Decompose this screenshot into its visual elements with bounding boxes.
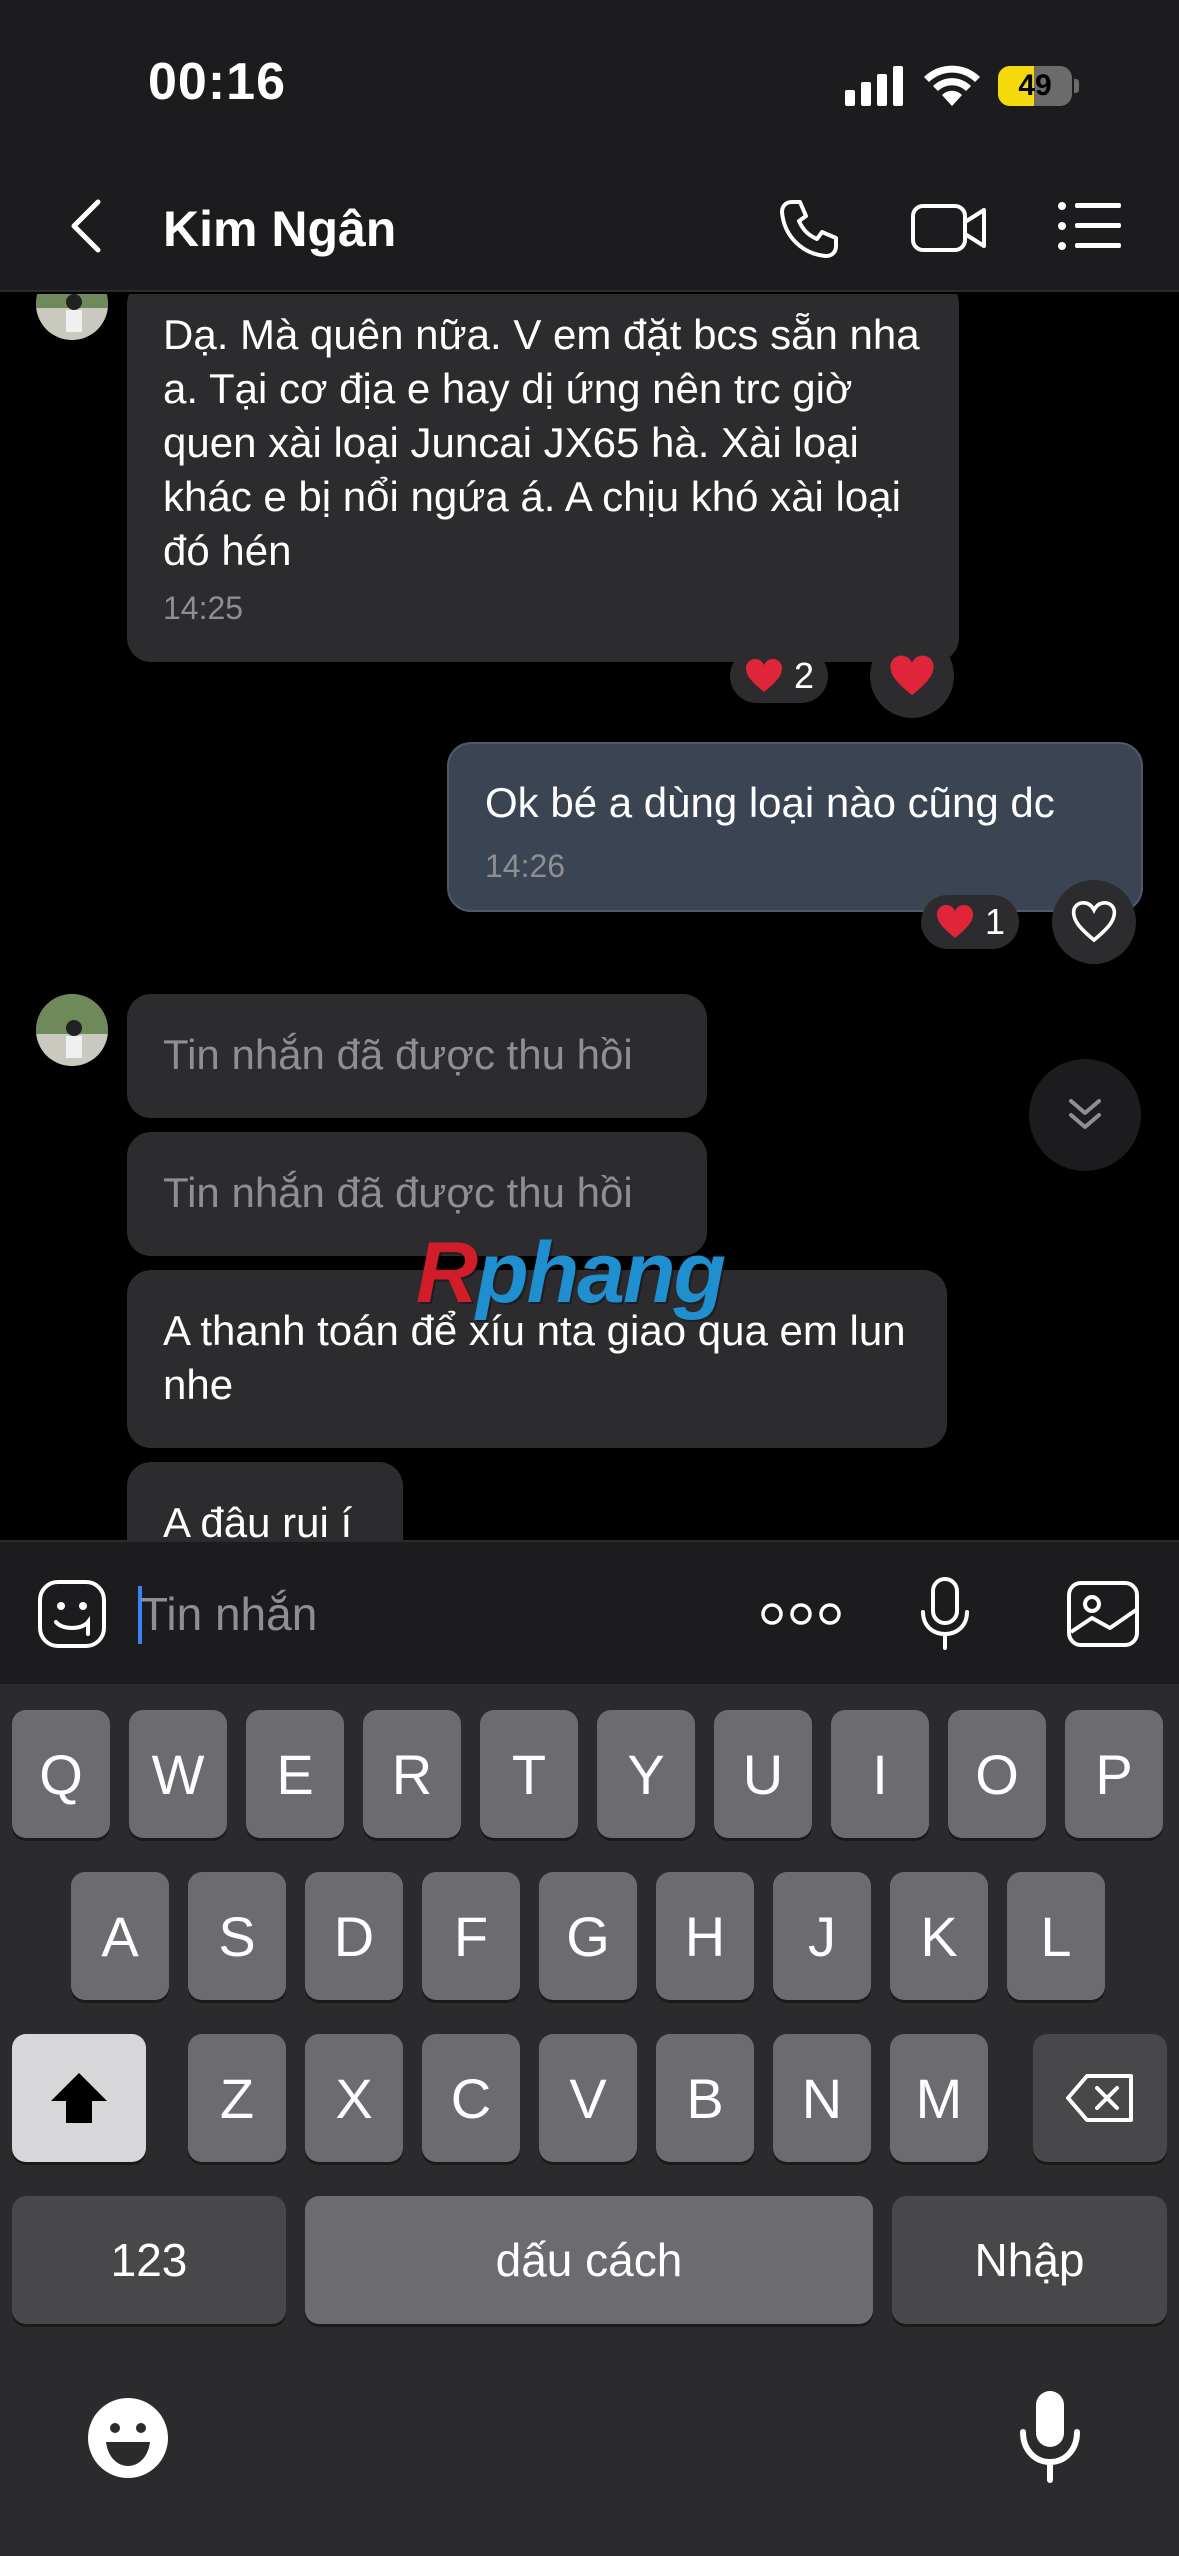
key-n[interactable]: N — [773, 2034, 871, 2162]
emoji-keyboard-icon[interactable] — [86, 2396, 170, 2480]
chat-header: Kim Ngân — [0, 160, 1179, 292]
space-key[interactable]: dấu cách — [305, 2196, 873, 2324]
key-x[interactable]: X — [305, 2034, 403, 2162]
message-input[interactable] — [140, 1574, 700, 1654]
key-y[interactable]: Y — [597, 1710, 695, 1838]
key-s[interactable]: S — [188, 1872, 286, 2000]
key-k[interactable]: K — [890, 1872, 988, 2000]
key-u[interactable]: U — [714, 1710, 812, 1838]
contact-avatar[interactable] — [36, 994, 108, 1066]
cellular-signal-icon — [845, 66, 903, 106]
key-m[interactable]: M — [890, 2034, 988, 2162]
dictation-microphone-icon[interactable] — [1018, 2388, 1082, 2484]
key-c[interactable]: C — [422, 2034, 520, 2162]
shift-arrow-icon — [51, 2073, 107, 2123]
reaction-button[interactable] — [1052, 880, 1136, 964]
key-r[interactable]: R — [363, 1710, 461, 1838]
incoming-message-bubble[interactable]: A đâu rui í — [127, 1462, 403, 1540]
message-text: Dạ. Mà quên nữa. V em đặt bcs sẵn nha a.… — [163, 311, 920, 574]
microphone-icon[interactable] — [918, 1576, 972, 1652]
key-l[interactable]: L — [1007, 1872, 1105, 2000]
contact-name[interactable]: Kim Ngân — [163, 200, 396, 258]
back-chevron-icon[interactable] — [64, 196, 108, 256]
message-text: Tin nhắn đã được thu hồi — [163, 1169, 633, 1216]
key-i[interactable]: I — [831, 1710, 929, 1838]
backspace-key[interactable] — [1033, 2034, 1167, 2162]
reaction-button[interactable] — [870, 634, 954, 718]
key-w[interactable]: W — [129, 1710, 227, 1838]
heart-icon — [937, 905, 973, 938]
message-text: Ok bé a dùng loại nào cũng dc — [485, 779, 1055, 826]
sticker-emoji-icon[interactable] — [36, 1578, 108, 1650]
message-list[interactable]: Dạ. Mà quên nữa. V em đặt bcs sẵn nha a.… — [0, 294, 1179, 1540]
key-v[interactable]: V — [539, 2034, 637, 2162]
key-g[interactable]: G — [539, 1872, 637, 2000]
key-z[interactable]: Z — [188, 2034, 286, 2162]
key-o[interactable]: O — [948, 1710, 1046, 1838]
key-q[interactable]: Q — [12, 1710, 110, 1838]
wifi-icon — [924, 65, 980, 106]
heart-icon — [890, 655, 934, 696]
reaction-count: 1 — [985, 901, 1006, 942]
key-a[interactable]: A — [71, 1872, 169, 2000]
message-time: 14:25 — [163, 590, 244, 626]
heart-icon — [746, 659, 782, 692]
recalled-message-bubble[interactable]: Tin nhắn đã được thu hồi — [127, 994, 707, 1118]
message-text: Tin nhắn đã được thu hồi — [163, 1031, 633, 1078]
status-time: 00:16 — [148, 53, 286, 111]
numbers-key[interactable]: 123 — [12, 2196, 286, 2324]
more-options-icon[interactable] — [760, 1600, 842, 1628]
key-d[interactable]: D — [305, 1872, 403, 2000]
backspace-icon — [1066, 2074, 1133, 2122]
battery-icon: 49 — [998, 66, 1079, 106]
heart-outline-icon — [1071, 900, 1117, 943]
composer-bar — [0, 1540, 1179, 1684]
key-b[interactable]: B — [656, 2034, 754, 2162]
reaction-summary[interactable]: 2 — [730, 649, 829, 703]
reaction-count: 2 — [794, 655, 815, 696]
on-screen-keyboard: Q W E R T Y U I O P A S D F G H J K L Z … — [0, 1684, 1179, 2556]
key-t[interactable]: T — [480, 1710, 578, 1838]
incoming-message-bubble[interactable]: Dạ. Mà quên nữa. V em đặt bcs sẵn nha a.… — [127, 294, 959, 662]
key-j[interactable]: J — [773, 1872, 871, 2000]
battery-percentage: 49 — [1018, 69, 1052, 102]
scroll-to-bottom-button[interactable] — [1029, 1059, 1141, 1171]
shift-key[interactable] — [12, 2034, 146, 2162]
watermark-logo: Rphang — [416, 1225, 726, 1321]
reaction-summary[interactable]: 1 — [921, 895, 1020, 949]
return-key[interactable]: Nhập — [892, 2196, 1167, 2324]
key-p[interactable]: P — [1065, 1710, 1163, 1838]
status-bar: 00:16 49 — [0, 0, 1179, 160]
key-h[interactable]: H — [656, 1872, 754, 2000]
video-call-icon[interactable] — [910, 200, 988, 256]
key-e[interactable]: E — [246, 1710, 344, 1838]
menu-list-icon[interactable] — [1057, 200, 1121, 252]
contact-avatar[interactable] — [36, 294, 108, 340]
key-f[interactable]: F — [422, 1872, 520, 2000]
outgoing-message-bubble[interactable]: Ok bé a dùng loại nào cũng dc 14:26 — [447, 742, 1143, 912]
image-gallery-icon[interactable] — [1066, 1580, 1140, 1648]
phone-call-icon[interactable] — [778, 198, 840, 260]
message-time: 14:26 — [485, 848, 566, 884]
double-chevron-down-icon — [1069, 1099, 1101, 1129]
message-text: A đâu rui í — [163, 1499, 353, 1540]
